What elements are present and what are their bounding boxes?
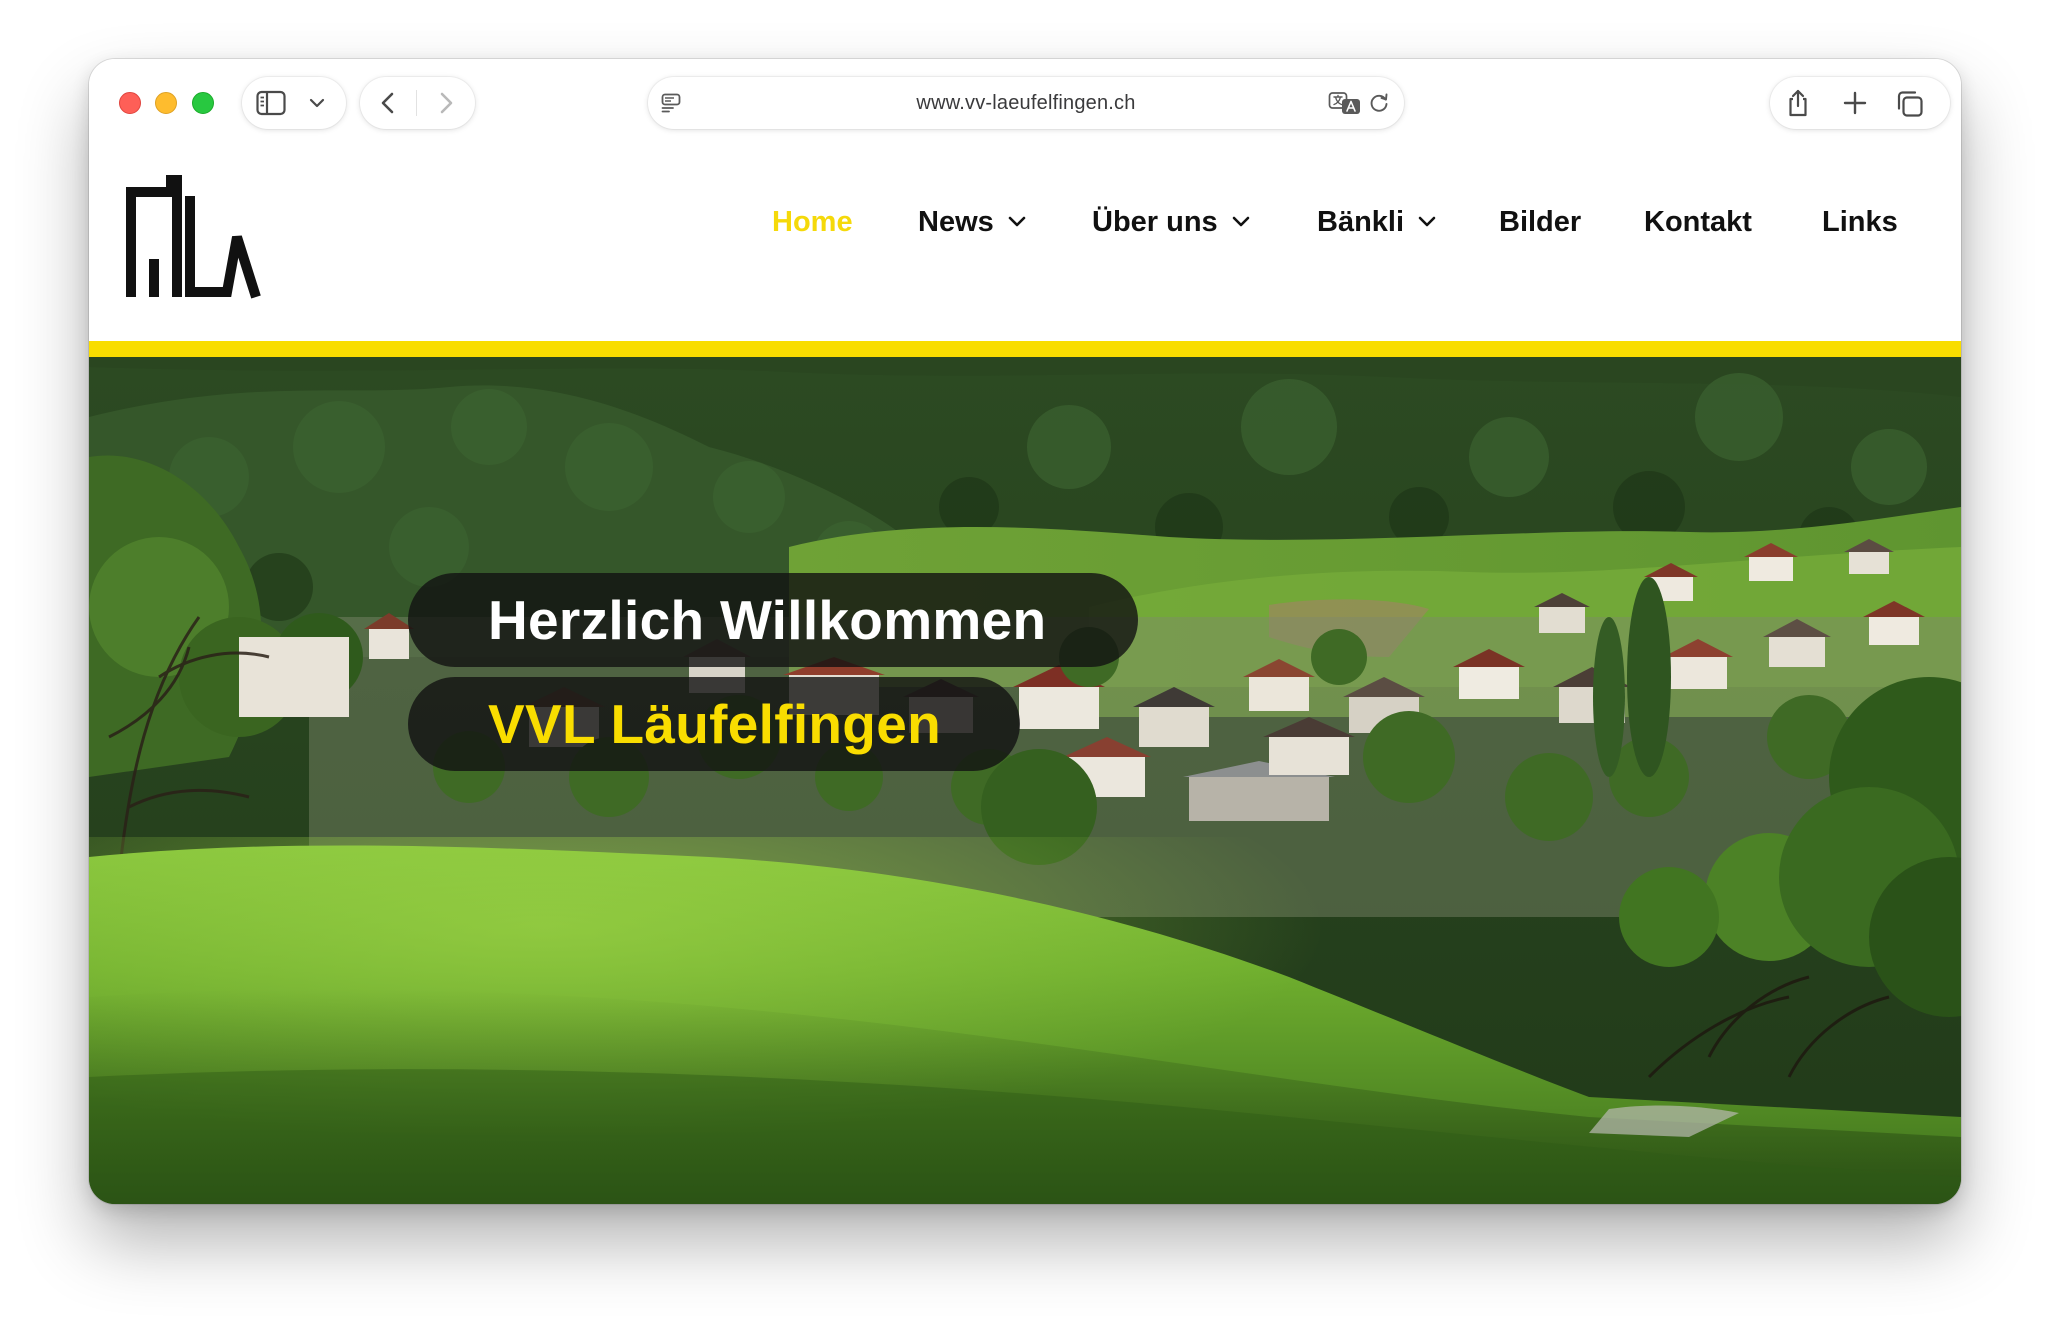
nav-home[interactable]: Home xyxy=(772,200,853,244)
nav-ueber-uns[interactable]: Über uns xyxy=(1092,200,1250,244)
window-actions xyxy=(1770,77,1950,129)
nav-links[interactable]: Links xyxy=(1822,200,1898,244)
forward-icon[interactable] xyxy=(432,89,460,117)
site-header: Home News Über uns Bänkli Bilder Kontakt… xyxy=(89,141,1961,341)
screen: www.vv-laeufelfingen.ch Home News Über u… xyxy=(0,0,2048,1320)
history-controls xyxy=(360,77,475,129)
minimize-window-button[interactable] xyxy=(155,92,177,114)
hero-banner: Herzlich Willkommen VVL Läufelfingen xyxy=(89,357,1961,1204)
sidebar-icon[interactable] xyxy=(256,89,286,117)
new-tab-icon[interactable] xyxy=(1841,89,1869,117)
sidebar-control xyxy=(242,77,346,129)
reload-icon[interactable] xyxy=(1368,92,1390,114)
tab-overview-icon[interactable] xyxy=(1895,89,1925,119)
nav-kontakt[interactable]: Kontakt xyxy=(1644,200,1752,244)
back-icon[interactable] xyxy=(374,89,402,117)
nav-bilder[interactable]: Bilder xyxy=(1499,200,1581,244)
zoom-window-button[interactable] xyxy=(192,92,214,114)
hero-org-name: VVL Läufelfingen xyxy=(408,677,1020,771)
close-window-button[interactable] xyxy=(119,92,141,114)
browser-window: www.vv-laeufelfingen.ch Home News Über u… xyxy=(89,59,1961,1204)
chevron-down-icon[interactable] xyxy=(308,95,326,111)
chevron-down-icon xyxy=(1008,216,1026,228)
main-navigation: Home News Über uns Bänkli Bilder Kontakt… xyxy=(89,141,1961,341)
chevron-down-icon xyxy=(1418,216,1436,228)
nav-home-label: Home xyxy=(772,205,853,238)
nav-links-label: Links xyxy=(1822,205,1898,238)
translate-icon[interactable] xyxy=(1328,91,1362,115)
nav-kontakt-label: Kontakt xyxy=(1644,205,1752,238)
nav-baenkli[interactable]: Bänkli xyxy=(1317,200,1436,244)
history-divider xyxy=(416,90,417,116)
share-icon[interactable] xyxy=(1784,88,1812,118)
nav-news[interactable]: News xyxy=(918,200,1026,244)
nav-news-label: News xyxy=(918,205,994,238)
nav-ueber-uns-label: Über uns xyxy=(1092,205,1218,238)
url-text[interactable]: www.vv-laeufelfingen.ch xyxy=(648,77,1404,129)
hero-greeting: Herzlich Willkommen xyxy=(408,573,1138,667)
address-bar[interactable]: www.vv-laeufelfingen.ch xyxy=(648,77,1404,129)
browser-toolbar: www.vv-laeufelfingen.ch xyxy=(89,59,1961,141)
header-accent-bar xyxy=(89,341,1961,357)
nav-baenkli-label: Bänkli xyxy=(1317,205,1405,238)
hero-landscape-image xyxy=(89,357,1961,1204)
nav-bilder-label: Bilder xyxy=(1499,205,1582,238)
chevron-down-icon xyxy=(1232,216,1250,228)
